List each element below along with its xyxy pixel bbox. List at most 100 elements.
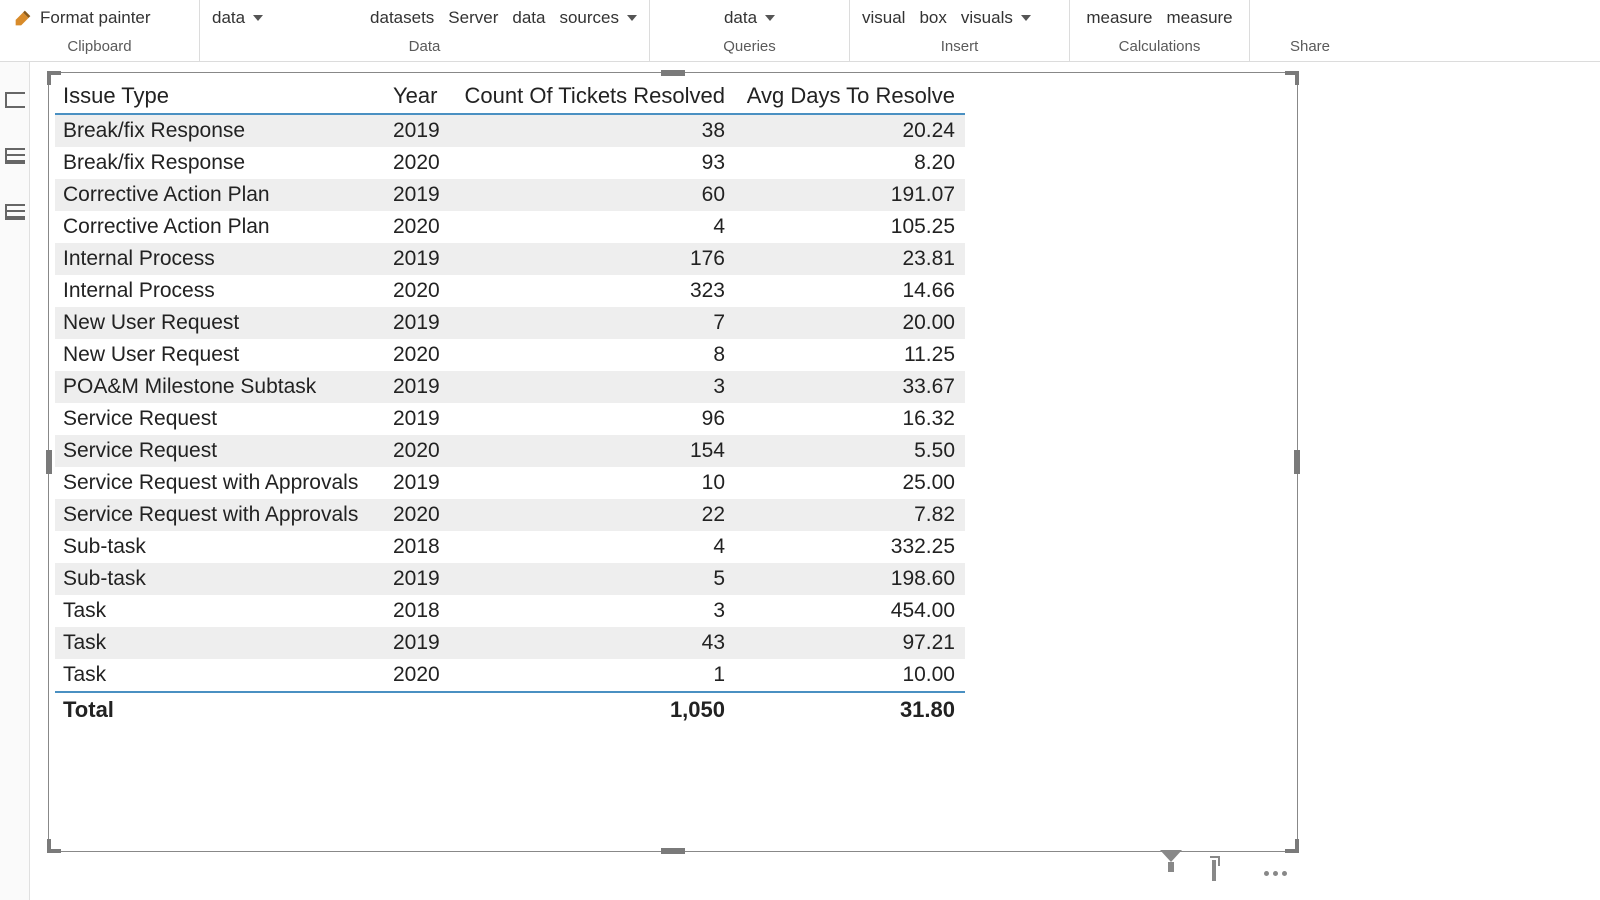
total-label: Total bbox=[55, 692, 385, 727]
data-view-icon[interactable] bbox=[5, 148, 25, 164]
ribbon: Format painter Clipboard data datasets S… bbox=[0, 0, 1600, 62]
ribbon-group-data: data datasets Server data sources Data bbox=[200, 0, 650, 61]
table-visual[interactable]: Issue Type Year Count Of Tickets Resolve… bbox=[48, 72, 1298, 852]
table-row[interactable]: Internal Process202032314.66 bbox=[55, 275, 965, 307]
data-table: Issue Type Year Count Of Tickets Resolve… bbox=[55, 79, 965, 727]
table-row[interactable]: Corrective Action Plan201960191.07 bbox=[55, 179, 965, 211]
cell-count: 176 bbox=[455, 243, 735, 275]
ribbon-group-label: Share bbox=[1262, 38, 1358, 59]
new-visual-button[interactable]: visual bbox=[862, 8, 905, 28]
datasets-button[interactable]: datasets bbox=[370, 8, 434, 28]
table-row[interactable]: Service Request with Approvals20191025.0… bbox=[55, 467, 965, 499]
cell-issue-type: Break/fix Response bbox=[55, 147, 385, 179]
ribbon-group-label: Clipboard bbox=[12, 38, 187, 59]
cell-avg: 8.20 bbox=[735, 147, 965, 179]
server-button[interactable]: Server bbox=[448, 8, 498, 28]
cell-count: 60 bbox=[455, 179, 735, 211]
cell-avg: 105.25 bbox=[735, 211, 965, 243]
resize-handle-corner[interactable] bbox=[1285, 71, 1299, 85]
ribbon-group-label: Queries bbox=[662, 38, 837, 59]
cell-avg: 191.07 bbox=[735, 179, 965, 211]
more-options-icon[interactable] bbox=[1264, 862, 1290, 884]
table-row[interactable]: Service Request with Approvals2020227.82 bbox=[55, 499, 965, 531]
table-total-row: Total 1,050 31.80 bbox=[55, 692, 965, 727]
get-data-button[interactable]: data bbox=[212, 8, 263, 28]
table-row[interactable]: New User Request2020811.25 bbox=[55, 339, 965, 371]
model-view-icon[interactable] bbox=[5, 204, 25, 220]
more-visuals-button[interactable]: visuals bbox=[961, 8, 1031, 28]
table-row[interactable]: Sub-task20184332.25 bbox=[55, 531, 965, 563]
cell-avg: 5.50 bbox=[735, 435, 965, 467]
cell-year: 2020 bbox=[385, 659, 455, 692]
table-row[interactable]: POA&M Milestone Subtask2019333.67 bbox=[55, 371, 965, 403]
resize-handle-corner[interactable] bbox=[1285, 839, 1299, 853]
cell-count: 3 bbox=[455, 595, 735, 627]
resize-handle-edge[interactable] bbox=[1294, 450, 1300, 474]
resize-handle-corner[interactable] bbox=[47, 839, 61, 853]
cell-issue-type: Break/fix Response bbox=[55, 114, 385, 147]
cell-count: 22 bbox=[455, 499, 735, 531]
cell-count: 4 bbox=[455, 531, 735, 563]
table-row[interactable]: Task2020110.00 bbox=[55, 659, 965, 692]
cell-year: 2020 bbox=[385, 499, 455, 531]
ribbon-group-label: Insert bbox=[862, 38, 1057, 59]
ribbon-group-label: Data bbox=[212, 38, 637, 59]
cell-year: 2018 bbox=[385, 595, 455, 627]
cell-count: 38 bbox=[455, 114, 735, 147]
cell-avg: 11.25 bbox=[735, 339, 965, 371]
table-row[interactable]: Task20183454.00 bbox=[55, 595, 965, 627]
view-rail bbox=[0, 62, 30, 900]
visual-action-bar bbox=[1160, 862, 1290, 884]
text-box-button[interactable]: box bbox=[919, 8, 946, 28]
col-header-year[interactable]: Year bbox=[385, 79, 455, 114]
ribbon-group-clipboard: Format painter Clipboard bbox=[0, 0, 200, 61]
table-row[interactable]: Corrective Action Plan20204105.25 bbox=[55, 211, 965, 243]
cell-avg: 7.82 bbox=[735, 499, 965, 531]
cell-year: 2019 bbox=[385, 179, 455, 211]
resize-handle-edge[interactable] bbox=[46, 450, 52, 474]
cell-count: 8 bbox=[455, 339, 735, 371]
cell-avg: 25.00 bbox=[735, 467, 965, 499]
col-header-avg[interactable]: Avg Days To Resolve bbox=[735, 79, 965, 114]
table-row[interactable]: Break/fix Response20193820.24 bbox=[55, 114, 965, 147]
total-count: 1,050 bbox=[455, 692, 735, 727]
enter-data-button[interactable]: data bbox=[512, 8, 545, 28]
cell-count: 5 bbox=[455, 563, 735, 595]
filter-icon[interactable] bbox=[1160, 862, 1186, 884]
table-row[interactable]: Internal Process201917623.81 bbox=[55, 243, 965, 275]
cell-count: 323 bbox=[455, 275, 735, 307]
cell-issue-type: Service Request with Approvals bbox=[55, 467, 385, 499]
new-measure-button[interactable]: measure bbox=[1086, 8, 1152, 28]
table-row[interactable]: Sub-task20195198.60 bbox=[55, 563, 965, 595]
ribbon-group-queries: data Queries bbox=[650, 0, 850, 61]
table-row[interactable]: Service Request20201545.50 bbox=[55, 435, 965, 467]
col-header-count[interactable]: Count Of Tickets Resolved bbox=[455, 79, 735, 114]
resize-handle-edge[interactable] bbox=[661, 70, 685, 76]
cell-count: 7 bbox=[455, 307, 735, 339]
report-canvas[interactable]: Issue Type Year Count Of Tickets Resolve… bbox=[30, 62, 1600, 900]
table-row[interactable]: Task20194397.21 bbox=[55, 627, 965, 659]
report-view-icon[interactable] bbox=[5, 92, 25, 108]
focus-mode-icon[interactable] bbox=[1212, 862, 1238, 884]
cell-avg: 16.32 bbox=[735, 403, 965, 435]
cell-issue-type: Task bbox=[55, 595, 385, 627]
cell-year: 2020 bbox=[385, 275, 455, 307]
table-row[interactable]: Break/fix Response2020938.20 bbox=[55, 147, 965, 179]
col-header-issue-type[interactable]: Issue Type bbox=[55, 79, 385, 114]
cell-year: 2019 bbox=[385, 403, 455, 435]
recent-sources-button[interactable]: sources bbox=[559, 8, 637, 28]
ribbon-group-label: Calculations bbox=[1082, 38, 1237, 59]
cell-year: 2020 bbox=[385, 211, 455, 243]
quick-measure-button[interactable]: measure bbox=[1167, 8, 1233, 28]
cell-issue-type: Corrective Action Plan bbox=[55, 211, 385, 243]
table-header-row: Issue Type Year Count Of Tickets Resolve… bbox=[55, 79, 965, 114]
cell-year: 2019 bbox=[385, 307, 455, 339]
cell-issue-type: Sub-task bbox=[55, 563, 385, 595]
resize-handle-edge[interactable] bbox=[661, 848, 685, 854]
transform-data-button[interactable]: data bbox=[724, 8, 775, 28]
table-row[interactable]: New User Request2019720.00 bbox=[55, 307, 965, 339]
cell-issue-type: Internal Process bbox=[55, 243, 385, 275]
format-painter-button[interactable]: Format painter bbox=[12, 7, 151, 29]
cell-issue-type: Sub-task bbox=[55, 531, 385, 563]
table-row[interactable]: Service Request20199616.32 bbox=[55, 403, 965, 435]
